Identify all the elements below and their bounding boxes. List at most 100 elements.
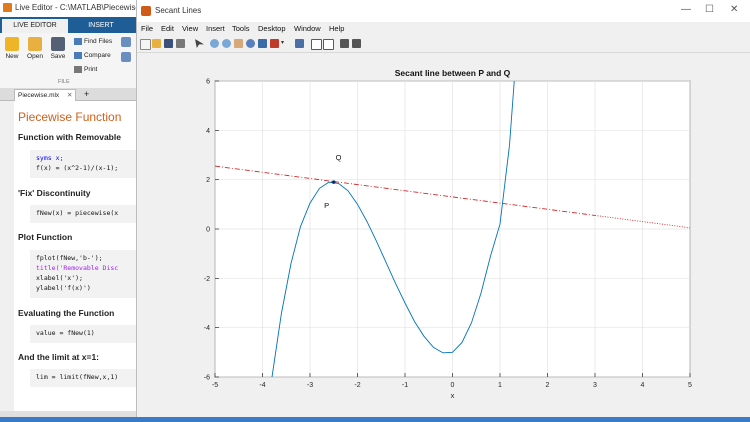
y-tick-label: 2 bbox=[206, 177, 210, 184]
show-plot-tools-icon[interactable] bbox=[352, 39, 361, 48]
x-tick-label: 5 bbox=[688, 382, 692, 389]
y-tick-label: 4 bbox=[206, 128, 210, 135]
section-heading: Plot Function bbox=[18, 232, 73, 242]
x-tick-label: -1 bbox=[402, 382, 408, 389]
document-tab-bar: Piecewise.mlx ✕ + bbox=[0, 88, 136, 101]
y-tick-label: -2 bbox=[204, 276, 210, 283]
legend-icon[interactable] bbox=[323, 39, 334, 50]
open-button[interactable]: Open bbox=[24, 37, 46, 60]
secant-plot[interactable]: -5 -4 -3 -2 -1 0 1 2 3 4 5 -6 -4 -2 0 2 4 6 Q P Secant lin… bbox=[137, 53, 750, 417]
find-files-icon bbox=[74, 38, 82, 45]
plus-icon bbox=[5, 37, 19, 51]
figure-window: Secant Lines — ☐ ✕ File Edit View Insert… bbox=[136, 0, 750, 417]
printer-icon bbox=[74, 66, 82, 73]
x-tick-label: 4 bbox=[641, 382, 645, 389]
section-heading: Function with Removable bbox=[18, 132, 121, 142]
taskbar-strip bbox=[0, 417, 750, 422]
figure-titlebar: Secant Lines — ☐ ✕ bbox=[137, 0, 750, 22]
x-axis-label: x bbox=[451, 391, 455, 400]
editor-gutter bbox=[0, 101, 14, 411]
hide-plot-tools-icon[interactable] bbox=[340, 39, 349, 48]
y-tick-label: 0 bbox=[206, 227, 210, 234]
doc-title: Piecewise Function bbox=[18, 110, 122, 124]
zoom-in-icon[interactable] bbox=[210, 39, 219, 48]
doc-tab-piecewise[interactable]: Piecewise.mlx ✕ bbox=[14, 89, 77, 101]
ribbon-tab-bar: LIVE EDITOR INSERT bbox=[0, 17, 136, 33]
tab-live-editor[interactable]: LIVE EDITOR bbox=[2, 19, 68, 33]
compare-icon bbox=[74, 52, 82, 59]
section-heading: 'Fix' Discontinuity bbox=[18, 188, 91, 198]
ribbon-tool-icon[interactable] bbox=[121, 52, 131, 62]
menu-insert[interactable]: Insert bbox=[206, 24, 225, 33]
menu-tools[interactable]: Tools bbox=[232, 24, 250, 33]
x-tick-label: -2 bbox=[354, 382, 360, 389]
x-tick-label: -4 bbox=[259, 382, 265, 389]
link-plot-icon[interactable] bbox=[295, 39, 304, 48]
floppy-disk-icon bbox=[51, 37, 65, 51]
figure-canvas: -5 -4 -3 -2 -1 0 1 2 3 4 5 -6 -4 -2 0 2 4 6 Q P Secant lin… bbox=[137, 53, 750, 417]
menu-view[interactable]: View bbox=[182, 24, 198, 33]
x-tick-label: -5 bbox=[212, 382, 218, 389]
print-figure-icon[interactable] bbox=[176, 39, 185, 48]
live-editor-title: Live Editor - C:\MATLAB\Piecewise.mlx bbox=[15, 3, 155, 12]
figure-app-icon bbox=[141, 6, 151, 16]
plot-points bbox=[331, 180, 336, 184]
save-figure-icon[interactable] bbox=[164, 39, 173, 48]
x-tick-label: -3 bbox=[307, 382, 313, 389]
live-editor-titlebar: Live Editor - C:\MATLAB\Piecewise.mlx bbox=[0, 0, 154, 18]
menu-desktop[interactable]: Desktop bbox=[258, 24, 286, 33]
print-button[interactable]: Print bbox=[74, 66, 97, 73]
x-tick-label: 3 bbox=[593, 382, 597, 389]
chevron-down-icon[interactable]: ▾ bbox=[281, 39, 286, 48]
minimize-button[interactable]: — bbox=[681, 4, 691, 15]
code-block[interactable]: fplot(fNew,'b-'); title('Removable Disc … bbox=[30, 250, 136, 298]
menu-window[interactable]: Window bbox=[294, 24, 321, 33]
add-tab-button[interactable]: + bbox=[84, 89, 89, 100]
close-icon[interactable]: ✕ bbox=[67, 92, 72, 99]
marker-point bbox=[331, 180, 336, 184]
find-files-button[interactable]: Find Files bbox=[74, 38, 112, 45]
menu-edit[interactable]: Edit bbox=[161, 24, 174, 33]
x-tick-label: 2 bbox=[546, 382, 550, 389]
ribbon: New Open Save Find Files Compare Print F… bbox=[0, 33, 136, 89]
brush-icon[interactable] bbox=[270, 39, 279, 48]
figure-menubar: File Edit View Insert Tools Desktop Wind… bbox=[137, 22, 750, 36]
code-block[interactable]: lim = limit(fNew,x,1) bbox=[30, 369, 136, 387]
pointer-icon[interactable] bbox=[195, 39, 204, 48]
x-tick-label: 0 bbox=[451, 382, 455, 389]
chart-title: Secant line between P and Q bbox=[395, 68, 511, 78]
menu-help[interactable]: Help bbox=[329, 24, 344, 33]
x-tick-label: 1 bbox=[498, 382, 502, 389]
y-tick-label: 6 bbox=[206, 79, 210, 86]
zoom-out-icon[interactable] bbox=[222, 39, 231, 48]
y-tick-label: -4 bbox=[204, 325, 210, 332]
maximize-button[interactable]: ☐ bbox=[705, 4, 714, 15]
figure-title: Secant Lines bbox=[155, 6, 202, 15]
code-block[interactable]: fNew(x) = piecewise(x bbox=[30, 205, 136, 223]
colorbar-icon[interactable] bbox=[311, 39, 322, 50]
live-editor-window: Live Editor - C:\MATLAB\Piecewise.mlx LI… bbox=[0, 0, 154, 422]
open-file-icon[interactable] bbox=[152, 39, 161, 48]
save-button[interactable]: Save bbox=[47, 37, 69, 60]
new-figure-icon[interactable] bbox=[140, 39, 151, 50]
ribbon-tool-icon[interactable] bbox=[121, 37, 131, 47]
pan-hand-icon[interactable] bbox=[234, 39, 243, 48]
close-button[interactable]: ✕ bbox=[730, 4, 738, 15]
figure-toolbar: ▾ bbox=[137, 36, 750, 53]
code-block[interactable]: value = fNew(1) bbox=[30, 325, 136, 343]
tab-insert[interactable]: INSERT bbox=[70, 19, 132, 33]
new-button[interactable]: New bbox=[1, 37, 23, 60]
data-cursor-icon[interactable] bbox=[258, 39, 267, 48]
file-group-label: FILE bbox=[58, 79, 70, 85]
matlab-app-icon bbox=[3, 3, 12, 12]
section-heading: Evaluating the Function bbox=[18, 308, 115, 318]
code-block[interactable]: syms x; f(x) = (x^2-1)/(x-1); bbox=[30, 150, 136, 178]
rotate-3d-icon[interactable] bbox=[246, 39, 255, 48]
annotation-label: Q bbox=[336, 153, 342, 162]
compare-button[interactable]: Compare bbox=[74, 52, 111, 59]
annotation-label: P bbox=[324, 201, 329, 210]
y-tick-label: -6 bbox=[204, 375, 210, 382]
menu-file[interactable]: File bbox=[141, 24, 153, 33]
section-heading: And the limit at x=1: bbox=[18, 352, 99, 362]
folder-icon bbox=[28, 37, 42, 51]
